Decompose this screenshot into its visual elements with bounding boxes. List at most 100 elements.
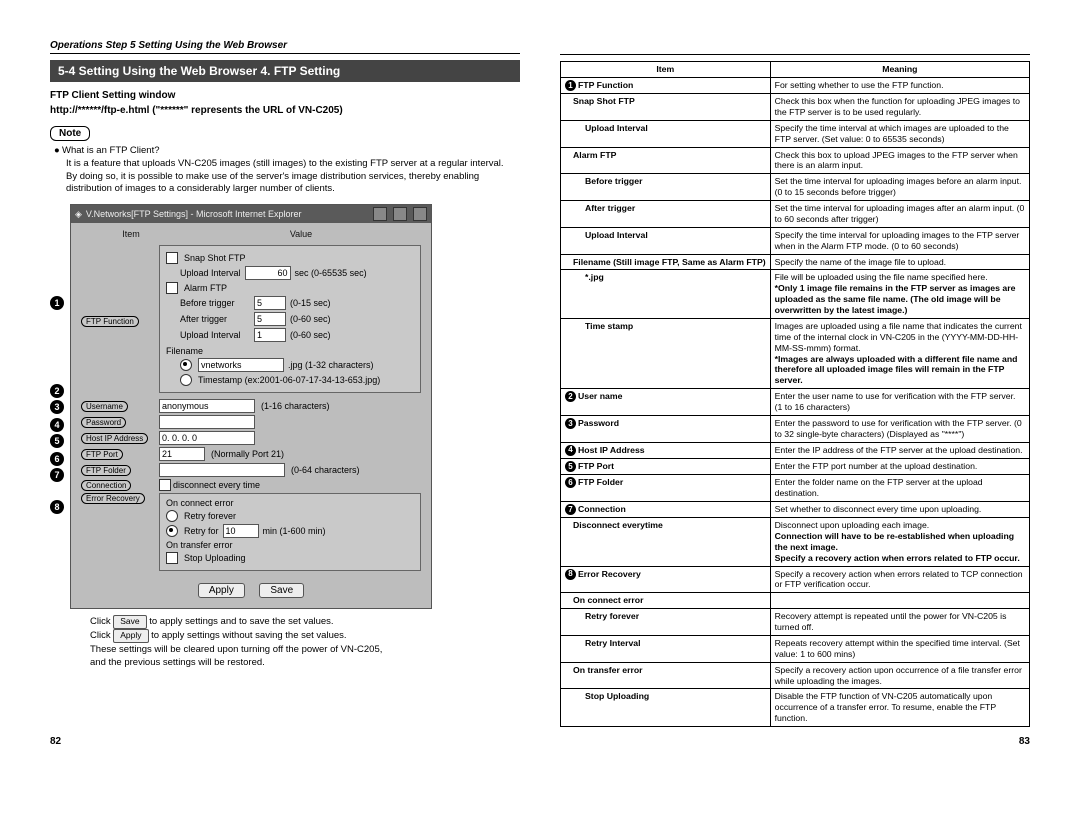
- row-meaning: Enter the IP address of the FTP server a…: [770, 442, 1029, 458]
- filename-label: Filename: [166, 346, 414, 356]
- retry-hint: min (1-600 min): [263, 526, 326, 536]
- page-number-left: 82: [50, 736, 61, 747]
- ftpfolder-hint: (0-64 characters): [291, 465, 360, 475]
- hostip-input[interactable]: 0. 0. 0. 0: [159, 431, 255, 445]
- note-question: What is an FTP Client?: [62, 145, 160, 156]
- filename-hint: .jpg (1-32 characters): [288, 360, 374, 370]
- row-meaning: Enter the FTP port number at the upload …: [770, 458, 1029, 474]
- row-meaning: For setting whether to use the FTP funct…: [770, 77, 1029, 93]
- label-ftp-function: FTP Function: [81, 316, 139, 327]
- row-item: 4Host IP Address: [561, 442, 771, 458]
- callout-4: 4: [50, 418, 64, 432]
- row-meaning: Specify the time interval for uploading …: [770, 227, 1029, 254]
- callout-1: 1: [50, 296, 64, 310]
- row-item: Before trigger: [561, 174, 771, 201]
- row-item: Upload Interval: [561, 120, 771, 147]
- row-item: Upload Interval: [561, 227, 771, 254]
- upload2-label: Upload Interval: [180, 330, 250, 340]
- upload2-input[interactable]: 1: [254, 328, 286, 342]
- after-input[interactable]: 5: [254, 312, 286, 326]
- row-item: 3Password: [561, 415, 771, 442]
- row-meaning: Set the time interval for uploading imag…: [770, 201, 1029, 228]
- section-heading: 5-4 Setting Using the Web Browser 4. FTP…: [50, 60, 520, 82]
- password-input[interactable]: [159, 415, 255, 429]
- ftp-window: ◈ V.Networks[FTP Settings] - Microsoft I…: [70, 204, 432, 609]
- username-input[interactable]: anonymous: [159, 399, 255, 413]
- note-p1: It is a feature that uploads VN-C205 ima…: [66, 158, 520, 171]
- disconnect-label: disconnect every time: [173, 480, 260, 490]
- after-label: After trigger: [180, 314, 250, 324]
- ftpfolder-input[interactable]: [159, 463, 285, 477]
- label-ftpfolder: FTP Folder: [81, 465, 131, 476]
- save-button[interactable]: Save: [259, 583, 304, 598]
- callout-8: 8: [50, 500, 64, 514]
- maximize-button[interactable]: [393, 207, 407, 221]
- row-item: 2User name: [561, 389, 771, 416]
- row-item: 6FTP Folder: [561, 475, 771, 502]
- stop-upload-label: Stop Uploading: [184, 553, 246, 563]
- caption-block: Click Save to apply settings and to save…: [50, 615, 520, 669]
- filename-radio[interactable]: [180, 359, 192, 371]
- apply-button[interactable]: Apply: [198, 583, 245, 598]
- retry-input[interactable]: 10: [223, 524, 259, 538]
- upload-interval-hint: sec (0-65535 sec): [295, 268, 367, 278]
- window-title: V.Networks[FTP Settings] - Microsoft Int…: [86, 209, 367, 219]
- alarm-checkbox[interactable]: [166, 282, 178, 294]
- callout-7: 7: [50, 468, 64, 482]
- row-meaning: Specify a recovery action upon occurrenc…: [770, 662, 1029, 689]
- app-icon: ◈: [75, 209, 82, 220]
- th-meaning: Meaning: [770, 62, 1029, 78]
- snapshot-checkbox[interactable]: [166, 252, 178, 264]
- stop-upload-checkbox[interactable]: [166, 552, 178, 564]
- page-right: Item Meaning 1FTP FunctionFor setting wh…: [560, 40, 1030, 727]
- timestamp-label: Timestamp (ex:2001-06-07-17-34-13-653.jp…: [198, 375, 380, 385]
- close-button[interactable]: [413, 207, 427, 221]
- before-label: Before trigger: [180, 298, 250, 308]
- caption-apply-btn: Apply: [113, 629, 148, 643]
- row-meaning: File will be uploaded using the file nam…: [770, 270, 1029, 319]
- upload-interval-label: Upload Interval: [180, 268, 241, 278]
- page-left: Operations Step 5 Setting Using the Web …: [50, 40, 520, 727]
- row-meaning: Specify the time interval at which image…: [770, 120, 1029, 147]
- row-meaning: Enter the user name to use for verificat…: [770, 389, 1029, 416]
- row-item: Retry Interval: [561, 635, 771, 662]
- filename-input[interactable]: vnetworks: [198, 358, 284, 372]
- callout-5: 5: [50, 434, 64, 448]
- upload-interval-input[interactable]: 60: [245, 266, 291, 280]
- label-username: Username: [81, 401, 128, 412]
- breadcrumb: Operations Step 5 Setting Using the Web …: [50, 40, 520, 51]
- minimize-button[interactable]: [373, 207, 387, 221]
- label-hostip: Host IP Address: [81, 433, 148, 444]
- row-item: 8Error Recovery: [561, 566, 771, 593]
- row-item: Alarm FTP: [561, 147, 771, 174]
- callout-2: 2: [50, 384, 64, 398]
- ftpport-hint: (Normally Port 21): [211, 449, 284, 459]
- row-item: *.jpg: [561, 270, 771, 319]
- row-meaning: Disable the FTP function of VN-C205 auto…: [770, 689, 1029, 727]
- row-item: Snap Shot FTP: [561, 94, 771, 121]
- retry-forever-radio[interactable]: [166, 510, 178, 522]
- row-meaning: Check this box when the function for upl…: [770, 94, 1029, 121]
- username-hint: (1-16 characters): [261, 401, 330, 411]
- timestamp-radio[interactable]: [180, 374, 192, 386]
- label-connection: Connection: [81, 480, 131, 491]
- row-item: 5FTP Port: [561, 458, 771, 474]
- ftpport-input[interactable]: 21: [159, 447, 205, 461]
- disconnect-checkbox[interactable]: [159, 479, 171, 491]
- row-item: Filename (Still image FTP, Same as Alarm…: [561, 254, 771, 270]
- onconnect-label: On connect error: [166, 498, 414, 508]
- note-body: ●What is an FTP Client? It is a feature …: [54, 145, 520, 196]
- retry-for-label: Retry for: [184, 526, 219, 536]
- row-item: After trigger: [561, 201, 771, 228]
- row-item: Time stamp: [561, 318, 771, 388]
- meaning-table: Item Meaning 1FTP FunctionFor setting wh…: [560, 61, 1030, 727]
- before-input[interactable]: 5: [254, 296, 286, 310]
- callout-3: 3: [50, 400, 64, 414]
- retry-for-radio[interactable]: [166, 525, 178, 537]
- row-meaning: Check this box to upload JPEG images to …: [770, 147, 1029, 174]
- row-meaning: Set whether to disconnect every time upo…: [770, 501, 1029, 517]
- row-meaning: Specify a recovery action when errors re…: [770, 566, 1029, 593]
- label-ftpport: FTP Port: [81, 449, 123, 460]
- before-hint: (0-15 sec): [290, 298, 331, 308]
- row-item: Retry forever: [561, 609, 771, 636]
